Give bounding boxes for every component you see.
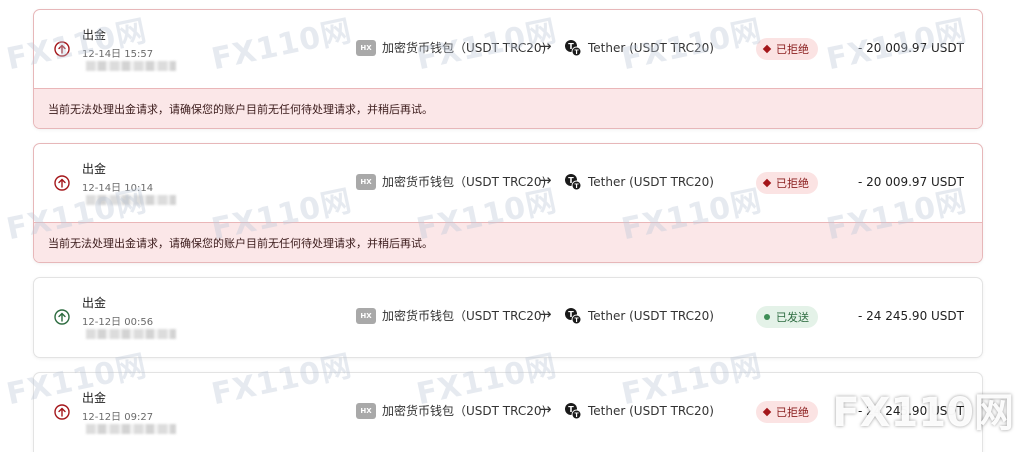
transaction-row[interactable]: 出金 12-14日 10:14 HX 加密货币钱包（USDT TRC20) → … (34, 144, 982, 222)
rejected-dot-icon (762, 407, 772, 417)
arrow-right-icon: → (539, 37, 552, 55)
transaction-type: 出金 (82, 391, 107, 405)
tether-icon: T T (565, 403, 582, 420)
wallet-icon: HX (356, 402, 376, 419)
transaction-type: 出金 (82, 162, 107, 176)
transaction-date: 12-14日 15:57 (82, 49, 154, 60)
transaction-card[interactable]: 出金 12-12日 00:56 HX 加密货币钱包（USDT TRC20) → … (33, 277, 983, 358)
tether-icon: T T (565, 174, 582, 191)
arrow-right-icon: → (539, 305, 552, 323)
status-label: 已拒绝 (776, 43, 809, 56)
rejected-dot-icon (762, 178, 772, 188)
destination-wallet: T T Tether (USDT TRC20) (564, 173, 714, 191)
transaction-date: 12-14日 10:14 (82, 183, 154, 194)
withdraw-arrow-icon (54, 175, 70, 191)
arrow-right-icon: → (539, 400, 552, 418)
rejected-dot-icon (762, 44, 772, 54)
transaction-row[interactable]: 出金 12-14日 15:57 HX 加密货币钱包（USDT TRC20) → … (34, 10, 982, 88)
error-message: 当前无法处理出金请求，请确保您的账户目前无任何待处理请求，并稍后再试。 (34, 222, 982, 262)
redacted-account-id (86, 424, 176, 434)
source-wallet-label: 加密货币钱包（USDT TRC20) (382, 175, 547, 189)
status-label: 已拒绝 (776, 177, 809, 190)
destination-wallet-label: Tether (USDT TRC20) (588, 309, 714, 323)
error-message: 当前无法处理出金请求，请确保您的账户目前无任何待处理请求，并稍后再试。 (34, 88, 982, 128)
withdraw-arrow-icon (54, 404, 70, 420)
status-badge: 已拒绝 (756, 38, 818, 60)
source-wallet: HX 加密货币钱包（USDT TRC20) (356, 307, 546, 324)
tether-icon: T T (565, 40, 582, 57)
source-wallet: HX 加密货币钱包（USDT TRC20) (356, 39, 546, 56)
wallet-icon: HX (356, 307, 376, 324)
transaction-type: 出金 (82, 28, 107, 42)
tether-icon: T T (565, 308, 582, 325)
transaction-row[interactable]: 出金 12-12日 09:27 HX 加密货币钱包（USDT TRC20) → … (34, 373, 982, 451)
transaction-amount: - 20 009.97 USDT (857, 175, 964, 189)
destination-wallet: T T Tether (USDT TRC20) (564, 307, 714, 325)
source-wallet-label: 加密货币钱包（USDT TRC20) (382, 309, 547, 323)
wallet-icon: HX (356, 173, 376, 190)
destination-wallet: T T Tether (USDT TRC20) (564, 402, 714, 420)
status-badge: 已拒绝 (756, 401, 818, 423)
transaction-amount: - 24 245.90 USDT (857, 404, 964, 418)
status-badge: 已拒绝 (756, 172, 818, 194)
redacted-account-id (86, 61, 176, 71)
sent-dot-icon (764, 314, 770, 320)
status-badge: 已发送 (756, 306, 818, 328)
transaction-row[interactable]: 出金 12-12日 00:56 HX 加密货币钱包（USDT TRC20) → … (34, 278, 982, 356)
arrow-right-icon: → (539, 171, 552, 189)
redacted-account-id (86, 329, 176, 339)
transaction-card[interactable]: 出金 12-14日 10:14 HX 加密货币钱包（USDT TRC20) → … (33, 143, 983, 263)
status-label: 已拒绝 (776, 406, 809, 419)
destination-wallet-label: Tether (USDT TRC20) (588, 41, 714, 55)
withdraw-arrow-icon (54, 309, 70, 325)
source-wallet-label: 加密货币钱包（USDT TRC20) (382, 41, 547, 55)
source-wallet-label: 加密货币钱包（USDT TRC20) (382, 404, 547, 418)
wallet-icon: HX (356, 39, 376, 56)
destination-wallet-label: Tether (USDT TRC20) (588, 404, 714, 418)
source-wallet: HX 加密货币钱包（USDT TRC20) (356, 402, 546, 419)
withdraw-arrow-icon (54, 41, 70, 57)
transaction-amount: - 24 245.90 USDT (857, 309, 964, 323)
source-wallet: HX 加密货币钱包（USDT TRC20) (356, 173, 546, 190)
destination-wallet: T T Tether (USDT TRC20) (564, 39, 714, 57)
transaction-date: 12-12日 09:27 (82, 412, 154, 423)
redacted-account-id (86, 195, 176, 205)
transaction-card[interactable]: 出金 12-12日 09:27 HX 加密货币钱包（USDT TRC20) → … (33, 372, 983, 452)
transaction-amount: - 20 009.97 USDT (857, 41, 964, 55)
status-label: 已发送 (776, 311, 809, 324)
transaction-card[interactable]: 出金 12-14日 15:57 HX 加密货币钱包（USDT TRC20) → … (33, 9, 983, 129)
transaction-type: 出金 (82, 296, 107, 310)
destination-wallet-label: Tether (USDT TRC20) (588, 175, 714, 189)
transaction-date: 12-12日 00:56 (82, 317, 154, 328)
